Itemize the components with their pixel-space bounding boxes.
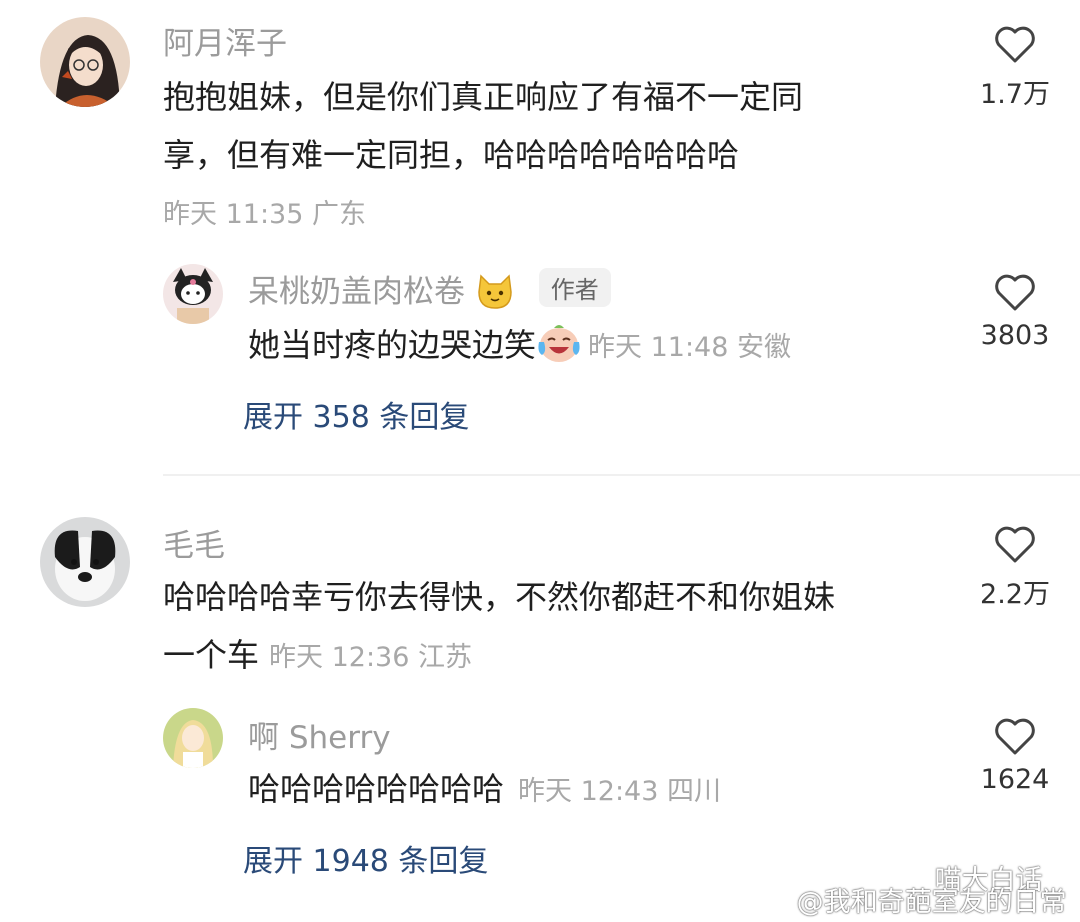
comment-text-tail: 一个车 (163, 636, 260, 674)
heart-outline-icon (995, 26, 1035, 63)
divider (163, 474, 1080, 476)
comment-text-line: 抱抱姐妹，但是你们真正响应了有福不一定同 (163, 78, 804, 116)
heart-outline-icon (995, 718, 1035, 755)
reply-username[interactable]: 啊 Sherry (248, 712, 391, 757)
heart-outline-icon (995, 274, 1035, 311)
avatar-sherry[interactable] (163, 708, 223, 768)
comment-username[interactable]: 毛毛 (163, 520, 225, 565)
weibo-watermark: @我和奇葩室友的日常 (748, 880, 1067, 919)
like-button[interactable]: 1.7万 (960, 24, 1070, 111)
avatar-image (40, 517, 130, 607)
weibo-icon (748, 887, 797, 918)
reply-text-row: 她当时疼的边哭边笑 昨天 11:48 安徽 (248, 316, 791, 382)
reply-text: 她当时疼的边哭边笑 (248, 326, 537, 364)
tears-of-joy-emoji (536, 322, 582, 382)
avatar-image (163, 708, 223, 768)
reply-meta: 昨天 12:43 四川 (518, 776, 721, 807)
comment-text-line: 哈哈哈哈幸亏你去得快，不然你都赶不和你姐妹 (163, 578, 836, 616)
weibo-account-name: @我和奇葩室友的日常 (796, 887, 1067, 918)
author-badge: 作者 (538, 268, 611, 307)
cat-face-emoji (475, 272, 515, 318)
reply-username: 呆桃奶盖肉松卷 作者 (248, 266, 611, 318)
expand-replies-link[interactable]: 展开 358 条回复 (243, 392, 469, 436)
comment-text: 抱抱姐妹，但是你们真正响应了有福不一定同 享，但有难一定同担，哈哈哈哈哈哈哈哈 (163, 68, 953, 184)
avatar-ayuehunzi[interactable] (40, 17, 130, 107)
like-count: 2.2万 (980, 579, 1050, 610)
comment-text-line: 享，但有难一定同担，哈哈哈哈哈哈哈哈 (163, 136, 740, 174)
reply-meta: 昨天 11:48 安徽 (588, 332, 791, 363)
comment-meta: 昨天 12:36 江苏 (269, 642, 472, 673)
like-button[interactable]: 2.2万 (960, 524, 1070, 611)
comment-text: 哈哈哈哈幸亏你去得快，不然你都赶不和你姐妹 一个车 昨天 12:36 江苏 (163, 568, 953, 687)
like-count: 1624 (980, 764, 1050, 795)
avatar-maomao[interactable] (40, 517, 130, 607)
comment-username[interactable]: 阿月浑子 (163, 18, 287, 63)
reply-text-row: 哈哈哈哈哈哈哈哈 昨天 12:43 四川 (248, 760, 721, 821)
comment-text-line: 一个车 昨天 12:36 江苏 (163, 626, 953, 687)
like-count: 3803 (980, 320, 1050, 351)
reply-text: 哈哈哈哈哈哈哈哈 (248, 770, 505, 808)
comment-meta: 昨天 11:35 广东 (163, 199, 366, 230)
like-count: 1.7万 (980, 79, 1050, 110)
avatar-image (40, 17, 130, 107)
heart-outline-icon (995, 526, 1035, 563)
expand-replies-link[interactable]: 展开 1948 条回复 (243, 836, 488, 880)
reply-username-text[interactable]: 呆桃奶盖肉松卷 (248, 274, 465, 310)
avatar-reply-author[interactable] (163, 264, 223, 324)
like-button[interactable]: 3803 (960, 272, 1070, 351)
like-button[interactable]: 1624 (960, 716, 1070, 795)
avatar-image (163, 264, 223, 324)
